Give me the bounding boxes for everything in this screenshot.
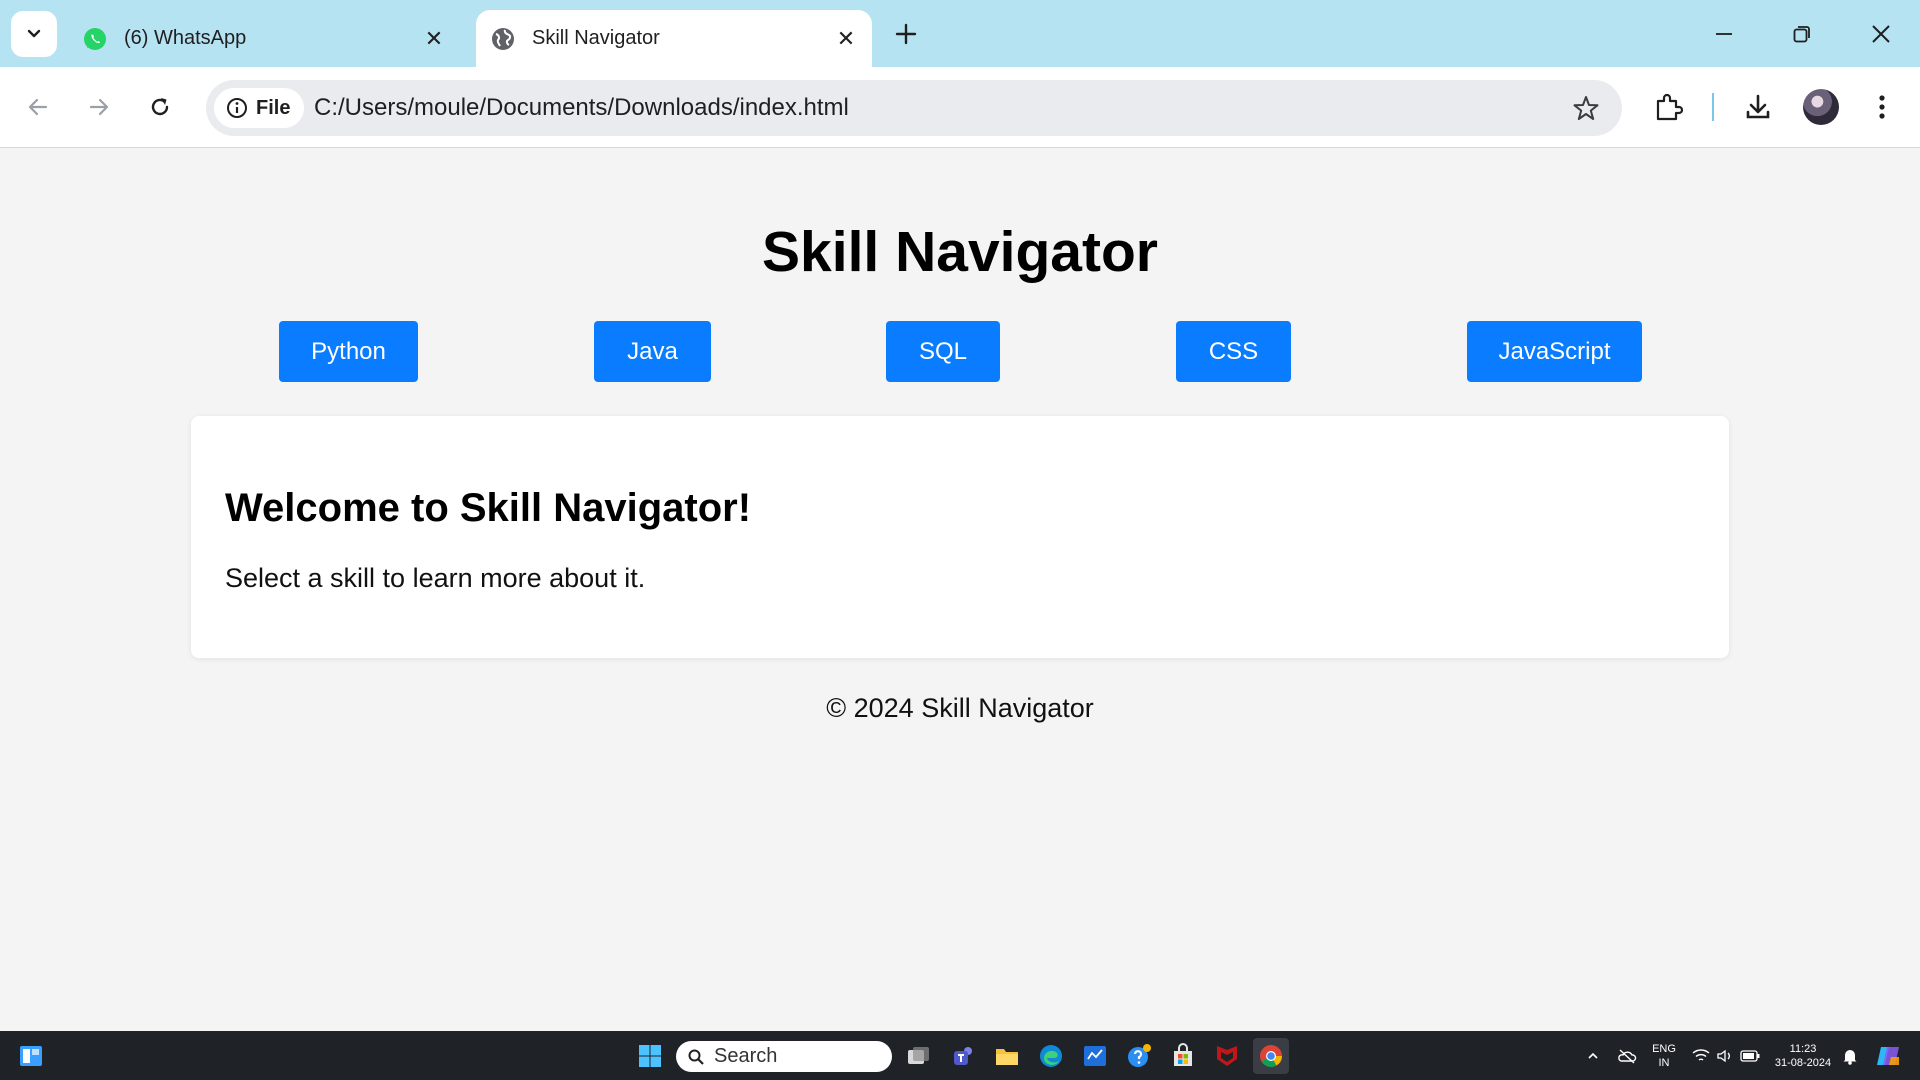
plus-icon <box>895 23 917 45</box>
puzzle-icon <box>1656 93 1683 121</box>
downloads-button[interactable] <box>1738 87 1778 127</box>
windows-logo-icon <box>639 1045 661 1067</box>
task-view-button[interactable] <box>901 1038 937 1074</box>
content-card: Welcome to Skill Navigator! Select a ski… <box>191 416 1729 658</box>
tab-search-button[interactable] <box>11 11 57 57</box>
notifications-button[interactable] <box>1835 1038 1865 1074</box>
chrome-button[interactable] <box>1253 1038 1289 1074</box>
search-icon <box>688 1049 704 1065</box>
bell-icon <box>1843 1050 1857 1065</box>
teams-button[interactable] <box>945 1038 981 1074</box>
edge-icon <box>1040 1045 1062 1067</box>
mylp-app-button[interactable] <box>1077 1038 1113 1074</box>
restore-icon <box>1793 26 1810 43</box>
close-tab-icon[interactable]: ✕ <box>832 25 860 53</box>
close-icon <box>1872 25 1890 43</box>
edge-button[interactable] <box>1033 1038 1069 1074</box>
profile-avatar[interactable] <box>1803 89 1839 125</box>
chrome-icon <box>1260 1045 1282 1067</box>
star-icon[interactable] <box>1572 94 1600 122</box>
forward-button[interactable] <box>79 87 119 127</box>
store-button[interactable] <box>1165 1038 1201 1074</box>
page-viewport: Skill Navigator Python Java SQL CSS Java… <box>0 149 1920 1031</box>
shield-icon <box>1217 1046 1237 1066</box>
close-window-button[interactable] <box>1859 14 1903 54</box>
minimize-button[interactable] <box>1702 14 1746 54</box>
back-button[interactable] <box>18 87 58 127</box>
reload-icon <box>151 98 169 116</box>
reload-button[interactable] <box>140 87 180 127</box>
tab-strip: (6) WhatsApp ✕ Skill Navigator ✕ <box>0 0 1920 67</box>
card-heading: Welcome to Skill Navigator! <box>225 486 752 530</box>
site-chip-label: File <box>256 96 291 119</box>
arrow-left-icon <box>28 98 48 116</box>
skill-button-css[interactable]: CSS <box>1176 321 1291 382</box>
folder-icon <box>996 1049 1018 1065</box>
clock-date: 31-08-2024 <box>1774 1057 1832 1069</box>
tray-overflow-button[interactable] <box>1575 1038 1611 1074</box>
chevron-down-icon <box>27 29 41 38</box>
globe-icon <box>490 26 516 52</box>
cloud-off-icon <box>1618 1049 1637 1064</box>
widgets-icon[interactable] <box>18 1043 44 1069</box>
help-icon <box>1128 1044 1151 1067</box>
clock-time: 11:23 <box>1789 1043 1817 1055</box>
copilot-button[interactable] <box>1870 1038 1906 1074</box>
task-view-icon <box>908 1047 929 1064</box>
onedrive-button[interactable] <box>1609 1038 1645 1074</box>
file-explorer-button[interactable] <box>989 1038 1025 1074</box>
toolbar-divider <box>1712 93 1714 121</box>
new-tab-button[interactable] <box>888 16 924 52</box>
tab-title: (6) WhatsApp <box>124 27 247 49</box>
language-code: ENG <box>1652 1043 1676 1055</box>
app-tile-icon <box>1084 1046 1106 1066</box>
address-bar[interactable]: File C:/Users/moule/Documents/Downloads/… <box>206 80 1622 136</box>
site-info-chip[interactable]: File <box>214 88 305 128</box>
card-description: Select a skill to learn more about it. <box>225 563 646 593</box>
volume-icon <box>1717 1049 1730 1063</box>
start-button[interactable] <box>632 1038 668 1074</box>
wifi-icon <box>1692 1049 1710 1061</box>
tab-whatsapp[interactable]: (6) WhatsApp ✕ <box>70 10 460 67</box>
mcafee-button[interactable] <box>1209 1038 1245 1074</box>
info-icon <box>227 98 247 118</box>
copilot-icon <box>1877 1047 1899 1065</box>
battery-icon <box>1740 1050 1760 1062</box>
close-tab-icon[interactable]: ✕ <box>420 25 448 53</box>
help-app-button[interactable] <box>1121 1038 1157 1074</box>
skill-button-python[interactable]: Python <box>279 321 418 382</box>
arrow-right-icon <box>89 98 109 116</box>
skill-button-java[interactable]: Java <box>594 321 711 382</box>
minimize-icon <box>1716 33 1732 35</box>
browser-menu-button[interactable] <box>1862 87 1902 127</box>
clock[interactable]: 11:23 31-08-2024 <box>1768 1042 1838 1070</box>
search-placeholder: Search <box>714 1045 778 1067</box>
page-footer: © 2024 Skill Navigator <box>826 693 1094 723</box>
restore-button[interactable] <box>1780 14 1824 54</box>
windows-taskbar: Search ENG IN 11:23 31-08-2024 <box>0 1031 1920 1080</box>
extensions-button[interactable] <box>1648 87 1688 127</box>
page-title: Skill Navigator <box>762 220 1158 284</box>
more-vertical-icon <box>1879 95 1885 119</box>
language-indicator[interactable]: ENG IN <box>1647 1042 1681 1070</box>
teams-icon <box>954 1047 972 1065</box>
tab-title: Skill Navigator <box>532 27 660 49</box>
tab-skill-navigator[interactable]: Skill Navigator ✕ <box>476 10 872 67</box>
chevron-up-icon <box>1588 1052 1598 1059</box>
download-icon <box>1746 94 1770 119</box>
taskbar-search[interactable]: Search <box>676 1041 892 1072</box>
url-text[interactable]: C:/Users/moule/Documents/Downloads/index… <box>314 94 849 122</box>
skill-button-javascript[interactable]: JavaScript <box>1467 321 1642 382</box>
region-code: IN <box>1658 1057 1670 1069</box>
whatsapp-icon <box>82 26 108 52</box>
store-icon <box>1174 1043 1192 1066</box>
skill-button-sql[interactable]: SQL <box>886 321 1000 382</box>
browser-toolbar: File C:/Users/moule/Documents/Downloads/… <box>0 67 1920 148</box>
quick-settings-button[interactable] <box>1686 1038 1766 1074</box>
